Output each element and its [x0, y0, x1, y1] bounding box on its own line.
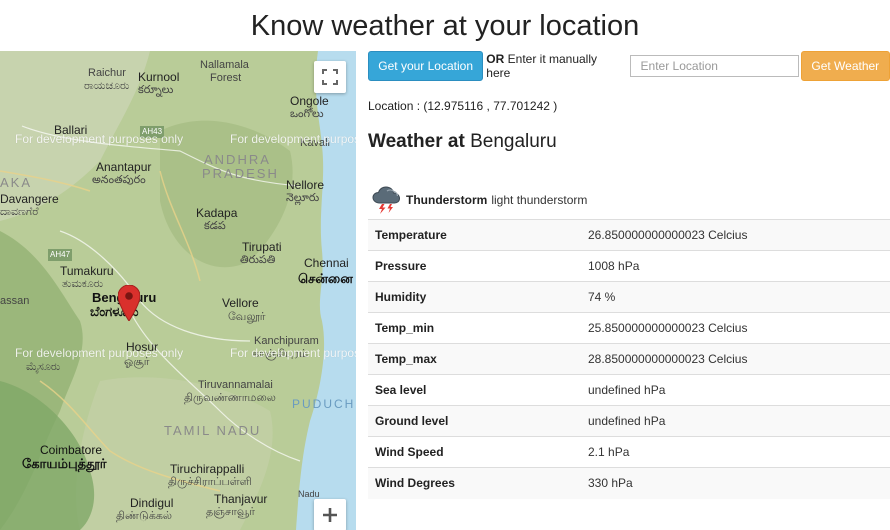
- map-label-pradesh: PRADESH: [202, 166, 279, 181]
- map-label-raichur: Raichur: [88, 67, 126, 79]
- weather-heading: Weather at Bengaluru: [368, 131, 557, 153]
- map-label-thanjavur-ta: தஞ்சாவூர்: [206, 506, 255, 518]
- map-label-tiruvannamalai: Tiruvannamalai: [198, 379, 273, 391]
- map-label-tumakuru: Tumakuru: [60, 264, 114, 278]
- table-row: Temperature 26.850000000000023 Celcius: [368, 219, 890, 251]
- map-view[interactable]: Raichur ರಾಯಚೂರು Kurnool కర్నూలు Nallamal…: [0, 51, 356, 530]
- weather-value: 1008 hPa: [581, 250, 890, 282]
- table-row: Wind Speed 2.1 hPa: [368, 436, 890, 468]
- dev-watermark: For development purposes only: [15, 132, 184, 146]
- map-label-thanjavur: Thanjavur: [214, 492, 268, 506]
- map-label-mysuru-kn: ಮೈಸೂರು: [26, 361, 61, 373]
- map-label-hassan: assan: [0, 295, 30, 307]
- condition-description: light thunderstorm: [491, 193, 588, 207]
- map-label-nallamala: Nallamala: [200, 59, 249, 71]
- weather-key: Temp_max: [368, 343, 581, 375]
- weather-value: 74 %: [581, 281, 890, 313]
- weather-key: Ground level: [368, 405, 581, 437]
- map-label-ongole-te: ఒంగోలు: [290, 108, 324, 120]
- map-label-tirupati: Tirupati: [242, 240, 282, 254]
- table-row: Humidity 74 %: [368, 281, 890, 313]
- location-marker-icon[interactable]: [117, 284, 141, 326]
- map-label-ah47: AH47: [48, 249, 73, 261]
- map-label-coimbatore: Coimbatore: [40, 443, 103, 457]
- or-bold: OR: [486, 52, 505, 66]
- map-label-davangere-kn: ದಾವಣಗೆರೆ: [0, 206, 39, 218]
- weather-key: Sea level: [368, 374, 581, 406]
- map-label-kurnool-te: కర్నూలు: [138, 84, 174, 96]
- map-label-kurnool: Kurnool: [138, 70, 180, 84]
- location-coordinates: Location : (12.975116 , 77.701242 ): [368, 99, 558, 113]
- or-label: OR Enter it manually here: [486, 52, 623, 80]
- weather-panel: Get your Location OR Enter it manually h…: [368, 51, 890, 499]
- map-label-chennai-ta: சென்னை: [298, 271, 353, 286]
- fullscreen-icon: [322, 69, 338, 85]
- map-label-vellore: Vellore: [222, 296, 259, 310]
- map-label-davangere: Davangere: [0, 192, 59, 206]
- map-label-anantapur: Anantapur: [96, 160, 152, 174]
- weather-value: 25.850000000000023 Celcius: [581, 312, 890, 344]
- map-label-aka: AKA: [0, 175, 33, 190]
- map-label-tamil-nadu: TAMIL NADU: [164, 423, 262, 438]
- weather-table: Temperature 26.850000000000023 Celcius P…: [368, 219, 890, 499]
- weather-key: Wind Degrees: [368, 467, 581, 499]
- map-label-vellore-ta: வேலூர்: [228, 311, 266, 323]
- dev-watermark: For development purposes only: [230, 132, 356, 146]
- map-label-kadapa: Kadapa: [196, 206, 238, 220]
- zoom-in-button[interactable]: [314, 499, 346, 530]
- map-label-dindigul: Dindigul: [130, 496, 174, 510]
- weather-value: 330 hPa: [581, 467, 890, 499]
- get-weather-button[interactable]: Get Weather: [800, 51, 890, 81]
- map-label-tirupati-te: తిరుపతి: [240, 254, 276, 266]
- table-row: Pressure 1008 hPa: [368, 250, 890, 282]
- map-label-tiruchirappalli: Tiruchirappalli: [170, 462, 245, 476]
- map-label-tiruchirappalli-ta: திருச்சிராப்பள்ளி: [168, 476, 252, 488]
- weather-condition: Thunderstorm light thunderstorm: [370, 183, 587, 217]
- table-row: Temp_min 25.850000000000023 Celcius: [368, 312, 890, 344]
- location-controls: Get your Location OR Enter it manually h…: [368, 51, 890, 81]
- map-label-puducherry: PUDUCH: [292, 397, 356, 411]
- map-label-kadapa-te: కడప: [204, 220, 226, 232]
- weather-value: 26.850000000000023 Celcius: [581, 219, 890, 251]
- weather-key: Pressure: [368, 250, 581, 282]
- weather-key: Temp_min: [368, 312, 581, 344]
- map-label-dindigul-ta: திண்டுக்கல்: [116, 510, 173, 522]
- weather-value: undefined hPa: [581, 405, 890, 437]
- map-label-andhra: ANDHRA: [204, 152, 271, 167]
- weather-key: Humidity: [368, 281, 581, 313]
- weather-value: 28.850000000000023 Celcius: [581, 343, 890, 375]
- map-label-raichur-kn: ರಾಯಚೂರು: [84, 80, 130, 92]
- map-label-forest: Forest: [210, 72, 242, 84]
- thunderstorm-icon: [372, 186, 401, 214]
- condition-main: Thunderstorm: [406, 193, 488, 207]
- table-row: Temp_max 28.850000000000023 Celcius: [368, 343, 890, 375]
- table-row: Wind Degrees 330 hPa: [368, 467, 890, 499]
- weather-key: Temperature: [368, 219, 581, 251]
- map-label-nellore: Nellore: [286, 178, 325, 192]
- map-label-tiruvannamalai-ta: திருவண்ணாமலை: [184, 392, 276, 404]
- weather-key: Wind Speed: [368, 436, 581, 468]
- weather-value: undefined hPa: [581, 374, 890, 406]
- location-input[interactable]: [629, 55, 799, 77]
- map-label-tumakuru-kn: ತುಮಕೂರು: [62, 278, 104, 290]
- page-title: Know weather at your location: [250, 10, 640, 42]
- table-row: Ground level undefined hPa: [368, 405, 890, 437]
- dev-watermark: For development purposes only: [15, 346, 184, 360]
- weather-heading-prefix: Weather at: [368, 131, 465, 152]
- map-label-chennai: Chennai: [304, 256, 349, 270]
- dev-watermark: For development purposes only: [230, 346, 356, 360]
- table-row: Sea level undefined hPa: [368, 374, 890, 406]
- fullscreen-button[interactable]: [314, 61, 346, 93]
- weather-city: Bengaluru: [470, 131, 557, 152]
- map-label-coimbatore-ta: கோயம்புத்தூர்: [22, 456, 107, 471]
- get-location-button[interactable]: Get your Location: [368, 51, 484, 81]
- map-label-nellore-te: నెల్లూరు: [286, 192, 320, 204]
- map-label-ongole: Ongole: [290, 94, 329, 108]
- map-label-anantapur-te: అనంతపురం: [92, 174, 146, 186]
- weather-value: 2.1 hPa: [581, 436, 890, 468]
- plus-icon: [323, 508, 337, 522]
